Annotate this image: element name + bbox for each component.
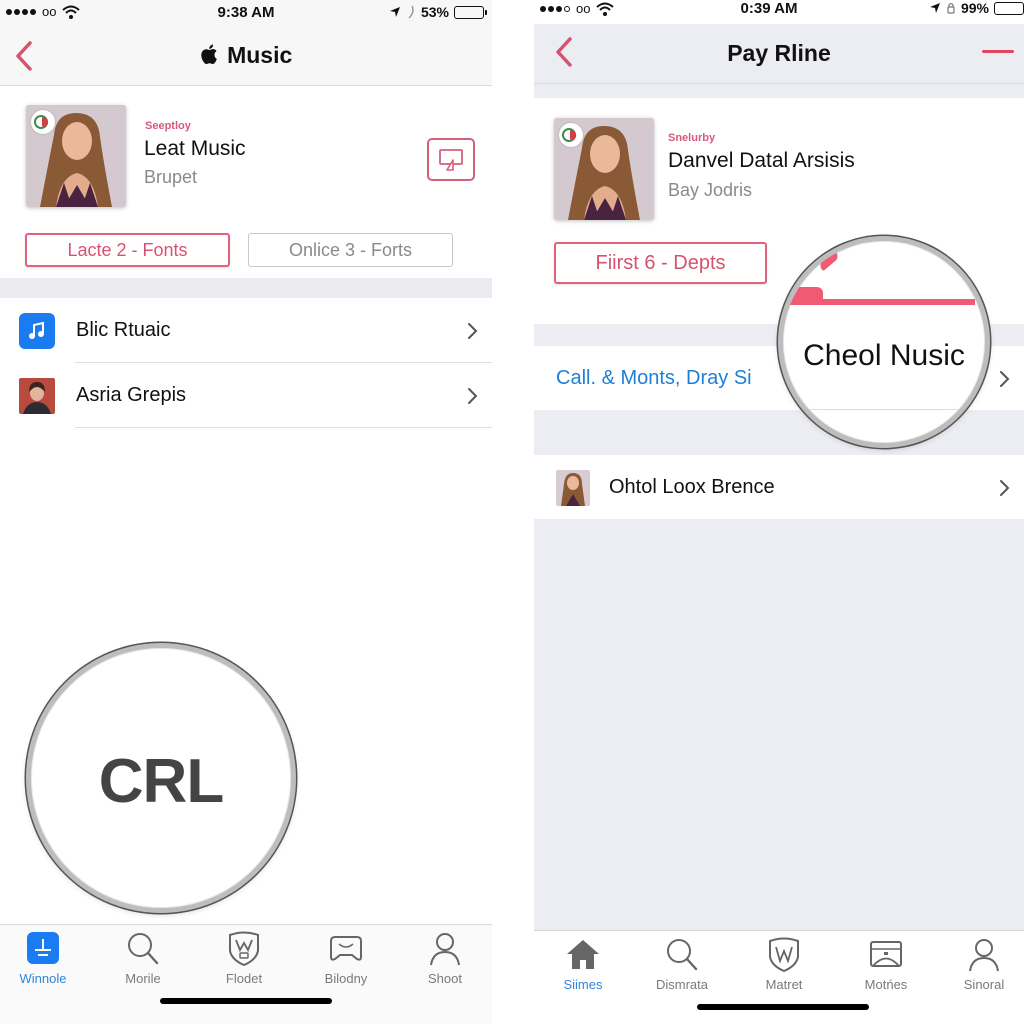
card-title: Danvel Datal Arsisis: [668, 149, 855, 172]
battery-percent: 99%: [960, 0, 989, 16]
card-kicker: Snelurby: [668, 132, 716, 144]
chevron-left-icon: [556, 37, 572, 67]
tab-label: Winnole: [19, 971, 67, 986]
chevron-right-icon: [468, 387, 478, 404]
apple-logo-icon: [201, 44, 217, 65]
gamepad-icon: [330, 936, 362, 961]
list-item-link[interactable]: Call. & Monts, Dray Si: [556, 367, 752, 390]
card-subtitle: Brupet: [144, 167, 198, 187]
person-icon: [430, 933, 460, 966]
list-item-label: Asria Grepis: [76, 384, 187, 406]
card-kicker: Seeptloy: [145, 120, 191, 132]
navigation-bar: Pay Rline: [534, 24, 1024, 84]
section-divider: [0, 278, 492, 298]
magnified-text: CRL: [98, 747, 224, 816]
menu-button[interactable]: [982, 50, 1014, 53]
magnified-progress-bar: [783, 299, 975, 305]
airplay-button[interactable]: [427, 138, 475, 181]
lock-rotation-icon: [947, 2, 955, 14]
tab-bar: Siimes Dismrata Matret Motńes Sinoral: [534, 930, 1024, 1024]
artists-list: Ohtol Loox Brence: [534, 455, 1024, 519]
home-indicator[interactable]: [160, 998, 332, 1004]
chevron-left-icon: [16, 41, 32, 71]
segment-button-secondary[interactable]: Onlice 3 - Forts: [248, 233, 453, 267]
list-item-label: Blic Rtuaic: [76, 319, 171, 341]
tab-label: Flodet: [225, 971, 263, 986]
search-icon: [128, 933, 159, 965]
right-phone-screen: oo 0:39 AM 99% Pay Rline Snelurby Danvel…: [534, 0, 1024, 1024]
status-bar: oo 9:38 AM 53%: [0, 0, 492, 28]
segment-button-primary[interactable]: Fiirst 6 - Depts: [554, 242, 767, 284]
battery-icon: [454, 5, 487, 19]
left-phone-screen: oo 9:38 AM 53% Music Seeptloy Leat Music…: [0, 0, 492, 1024]
person-icon: [969, 939, 999, 972]
download-icon: [27, 932, 59, 964]
home-icon: [567, 940, 599, 969]
shield-icon: [229, 931, 259, 967]
home-indicator[interactable]: [697, 1004, 869, 1010]
card-title: Leat Music: [144, 137, 246, 160]
tab-label: Siimes: [563, 977, 603, 992]
location-arrow-icon: [929, 3, 940, 13]
tab-label: Matret: [765, 977, 803, 992]
avatar-thumbnail: [19, 377, 55, 414]
tab-label: Bilodny: [324, 971, 368, 986]
tab-dismrata[interactable]: Dismrata: [633, 937, 731, 992]
segment-button-primary[interactable]: Lacte 2 - Fonts: [25, 233, 230, 267]
alarm-icon: [408, 5, 414, 19]
airplay-icon: [439, 148, 463, 171]
magnifier-callout: CRL: [26, 643, 296, 913]
location-arrow-icon: [389, 7, 400, 17]
list-item-label: Ohtol Loox Brence: [609, 476, 775, 498]
navigation-bar: Music: [0, 28, 492, 86]
page-title: Music: [0, 42, 492, 69]
list-item[interactable]: Blic Rtuaic: [0, 298, 492, 363]
music-note-icon: [19, 312, 55, 349]
tab-bilodny[interactable]: Bilodny: [297, 931, 395, 986]
status-right: 99%: [929, 0, 1024, 16]
back-button[interactable]: [12, 38, 38, 74]
page-title-text: Music: [227, 42, 293, 68]
tab-label: Dismrata: [655, 977, 708, 992]
library-list: Blic Rtuaic Asria Grepis: [0, 298, 492, 430]
list-item[interactable]: Asria Grepis: [0, 363, 492, 428]
card-subtitle: Bay Jodris: [668, 180, 753, 200]
tab-shoot[interactable]: Shoot: [396, 931, 492, 986]
magnifier-callout: Cheol Nusic: [778, 236, 990, 448]
badge-icon: [559, 123, 583, 147]
magnified-text: Cheol Nusic: [803, 339, 965, 372]
tab-label: Morile: [125, 971, 161, 986]
search-icon: [667, 939, 698, 971]
tab-sinoral[interactable]: Sinoral: [935, 937, 1024, 992]
tab-label: Shoot: [428, 971, 462, 986]
chevron-right-icon: [1000, 479, 1010, 496]
tab-morile[interactable]: Morile: [94, 931, 192, 986]
shield-icon: [769, 937, 799, 973]
chevron-right-icon: [1000, 370, 1010, 387]
tab-label: Sinoral: [963, 977, 1005, 992]
tab-matret[interactable]: Matret: [735, 937, 833, 992]
battery-percent: 53%: [420, 4, 449, 20]
status-right: 53%: [389, 4, 487, 20]
battery-icon: [994, 1, 1024, 15]
tab-flodet[interactable]: Flodet: [195, 931, 293, 986]
magnified-separator: [783, 409, 985, 410]
tab-label: Motńes: [864, 977, 908, 992]
tab-bar: Winnole Morile Flodet Bilodny Shoot: [0, 924, 492, 1024]
tab-siimes[interactable]: Siimes: [534, 937, 632, 992]
badge-icon: [31, 110, 55, 134]
album-artwork[interactable]: [26, 105, 126, 207]
chevron-right-icon: [468, 322, 478, 339]
tab-winnole[interactable]: Winnole: [0, 931, 92, 986]
page-title: Pay Rline: [727, 40, 831, 66]
album-artwork[interactable]: [554, 118, 654, 220]
list-item[interactable]: Ohtol Loox Brence: [534, 455, 1024, 520]
tab-motnes[interactable]: Motńes: [837, 937, 935, 992]
now-playing-card: Seeptloy Leat Music Brupet Lacte 2 - Fon…: [0, 88, 492, 278]
device-icon: [870, 941, 902, 967]
status-bar: oo 0:39 AM 99%: [534, 0, 1024, 24]
avatar-thumbnail: [556, 469, 590, 506]
row-separator: [75, 427, 492, 428]
back-button[interactable]: [552, 34, 578, 70]
